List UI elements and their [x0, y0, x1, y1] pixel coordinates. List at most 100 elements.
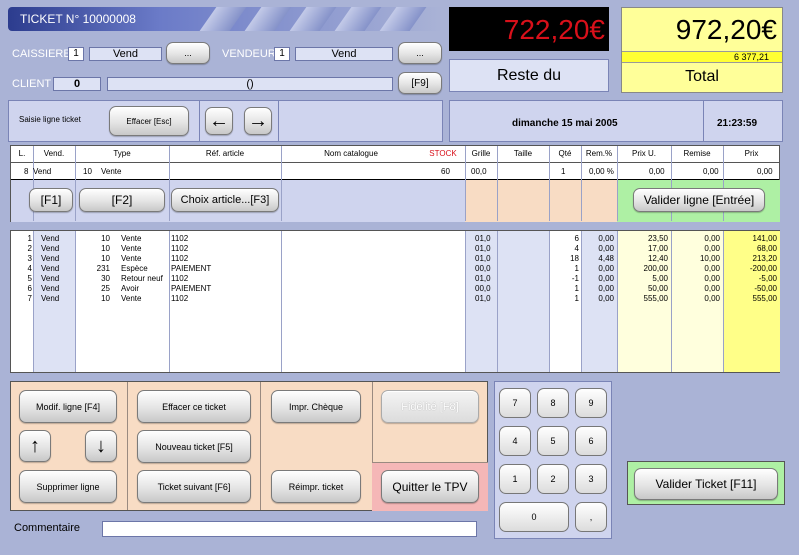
cell-remise: 10,00 — [699, 254, 720, 263]
cell-grille: 01,0 — [475, 244, 491, 253]
cell-vend: Vend — [41, 234, 60, 243]
key-2[interactable]: 2 — [537, 464, 569, 494]
modif-ligne-button[interactable]: Modif. ligne [F4] — [19, 390, 117, 423]
cell-vend: Vend — [41, 244, 60, 253]
col-header: Nom catalogue — [324, 149, 378, 158]
supprimer-ligne-button[interactable]: Supprimer ligne — [19, 470, 117, 503]
keypad: 7 8 9 4 5 6 1 2 3 0 , — [494, 381, 612, 539]
key-comma[interactable]: , — [575, 502, 607, 532]
col-header: Prix U. — [632, 149, 656, 158]
cell-qte: 1 — [574, 264, 579, 273]
cell-prixu: 12,40 — [647, 254, 668, 263]
commentaire-label: Commentaire — [14, 522, 81, 534]
cell-rem: 0,00 — [598, 294, 614, 303]
f2-button[interactable]: [F2] — [79, 188, 165, 212]
reimpr-ticket-button[interactable]: Réimpr. ticket — [271, 470, 361, 503]
entry-row[interactable]: 8 Vend 10 Vente 60 00,0 1 0,00 % 0,00 0,… — [11, 167, 779, 177]
caissier-num-field[interactable]: 1 — [68, 47, 84, 61]
table-row[interactable]: 2 Vend 10 Vente 1102 01,0 4 0,00 17,00 0,00 68,00 — [11, 244, 779, 254]
cell-l: 3 — [27, 254, 32, 263]
key-0[interactable]: 0 — [499, 502, 569, 532]
col-header: Réf. article — [205, 149, 245, 158]
fidelite-button[interactable]: Fidélité [F8] — [381, 390, 479, 423]
cell-l: 5 — [27, 274, 32, 283]
client-name-field[interactable]: () — [107, 77, 393, 91]
total-label: Total — [685, 68, 719, 85]
valider-ligne-button[interactable]: Valider ligne [Entrée] — [633, 188, 765, 212]
saisie-panel: Saisie ligne ticket Effacer [Esc] ← → — [8, 100, 443, 142]
client-f9-button[interactable]: [F9] — [398, 72, 442, 94]
key-7[interactable]: 7 — [499, 388, 531, 418]
cell-grille: 00,0 — [475, 264, 491, 273]
cell-prix: 555,00 — [752, 294, 777, 303]
effacer-ticket-button[interactable]: Effacer ce ticket — [137, 390, 251, 423]
col-header: Grille — [471, 149, 491, 158]
table-row[interactable]: 6 Vend 25 Avoir PAIEMENT 00,0 1 0,00 50,00 0,00 -5… — [11, 284, 779, 294]
cell-grille: 01,0 — [475, 234, 491, 243]
effacer-esc-button[interactable]: Effacer [Esc] — [109, 106, 189, 136]
reste-amount: 722,20€ — [503, 14, 605, 45]
ticket-title: TICKET N° 10000008 — [20, 12, 136, 26]
cell-grille: 01,0 — [475, 274, 491, 283]
cell-prixu: 555,00 — [643, 294, 668, 303]
ticket-suivant-button[interactable]: Ticket suivant [F6] — [137, 470, 251, 503]
cell-qte: 1 — [574, 284, 579, 293]
cell-code: 231 — [96, 264, 110, 273]
cell-prix: -200,00 — [749, 264, 777, 273]
cell-vend: Vend — [41, 274, 60, 283]
valider-ticket-button[interactable]: Valider Ticket [F11] — [634, 468, 778, 500]
client-num-field[interactable]: 0 — [53, 77, 101, 91]
header-stripe — [379, 7, 427, 31]
key-1[interactable]: 1 — [499, 464, 531, 494]
key-3[interactable]: 3 — [575, 464, 607, 494]
cell-l: 1 — [27, 234, 32, 243]
choix-article-f3-button[interactable]: Choix article...[F3] — [171, 188, 279, 212]
cell-qte: 4 — [574, 244, 579, 253]
cell-type: Avoir — [121, 284, 140, 293]
cell-qte: 18 — [570, 254, 579, 263]
total-panel: 972,20€ 6 377,21 Total — [621, 7, 783, 93]
arrow-up-icon[interactable]: ↑ — [19, 430, 51, 462]
reste-label: Reste du — [449, 59, 609, 92]
table-row[interactable]: 1 Vend 10 Vente 1102 01,0 6 0,00 23,50 0,00 141,00 — [11, 234, 779, 244]
cell-l: 4 — [27, 264, 32, 273]
ticket-header: TICKET N° 10000008 — [8, 7, 443, 31]
cell-rem: 0,00 — [598, 264, 614, 273]
cell-rem: 0,00 — [598, 244, 614, 253]
cell-ref: 1102 — [171, 254, 189, 263]
cell-code: 10 — [101, 244, 110, 253]
key-5[interactable]: 5 — [537, 426, 569, 456]
caissier-name-field[interactable]: Vend — [89, 47, 162, 61]
vendeur-label: VENDEUR — [222, 48, 276, 60]
col-header: Prix — [744, 149, 759, 158]
arrow-left-icon[interactable]: ← — [205, 107, 233, 135]
key-6[interactable]: 6 — [575, 426, 607, 456]
table-row[interactable]: 4 Vend 231 Espèce PAIEMENT 00,0 1 0,00 200,00 0,0… — [11, 264, 779, 274]
f1-button[interactable]: [F1] — [29, 188, 73, 212]
vendeur-num-field[interactable]: 1 — [274, 47, 290, 61]
arrow-right-icon[interactable]: → — [244, 107, 272, 135]
cell-remise: 0,00 — [704, 284, 720, 293]
vendeur-name-field[interactable]: Vend — [295, 47, 393, 61]
cell-remise: 0,00 — [704, 274, 720, 283]
nouveau-ticket-button[interactable]: Nouveau ticket [F5] — [137, 430, 251, 463]
vendeur-select-button[interactable]: ... — [398, 42, 442, 64]
table-row[interactable]: 7 Vend 10 Vente 1102 01,0 1 0,00 555,00 0,00 555,0… — [11, 294, 779, 304]
arrow-down-icon[interactable]: ↓ — [85, 430, 117, 462]
cell-remise: 0,00 — [704, 234, 720, 243]
col-header: Qté — [558, 149, 572, 158]
quitter-tpv-button[interactable]: Quitter le TPV — [381, 470, 479, 503]
reste-amount-panel: 722,20€ — [449, 7, 609, 51]
table-row[interactable]: 5 Vend 30 Retour neuf 1102 01,0 -1 0,00 5,00 0,00… — [11, 274, 779, 284]
key-4[interactable]: 4 — [499, 426, 531, 456]
caissier-select-button[interactable]: ... — [166, 42, 210, 64]
commentaire-input[interactable] — [102, 521, 477, 537]
cell-remise: 0,00 — [704, 294, 720, 303]
client-label: CLIENT — [12, 78, 52, 90]
cell-l: 6 — [27, 284, 32, 293]
key-8[interactable]: 8 — [537, 388, 569, 418]
header-stripe — [244, 7, 292, 31]
key-9[interactable]: 9 — [575, 388, 607, 418]
impr-cheque-button[interactable]: Impr. Chèque — [271, 390, 361, 423]
table-row[interactable]: 3 Vend 10 Vente 1102 01,0 18 4,48 12,40 10,00 213,… — [11, 254, 779, 264]
